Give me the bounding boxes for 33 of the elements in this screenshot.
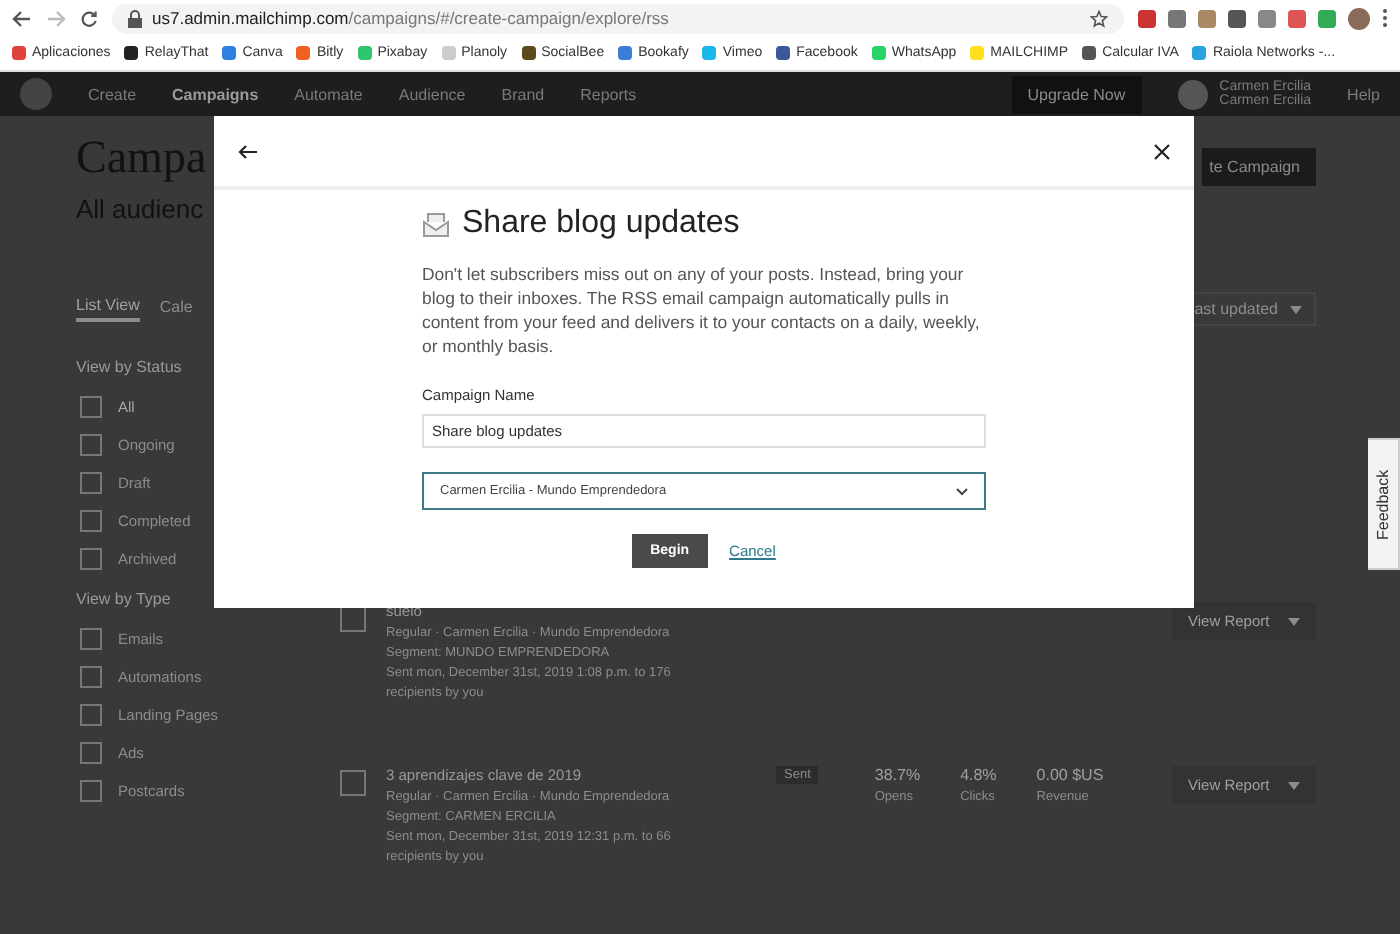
help-link[interactable]: Help <box>1347 85 1380 103</box>
nav-tab[interactable]: Campaigns <box>172 85 259 103</box>
section-heading: View by Type <box>76 590 173 608</box>
avatar-icon <box>1177 79 1208 109</box>
profile-avatar[interactable] <box>1348 7 1370 29</box>
nav-tab[interactable]: Create <box>88 85 137 103</box>
feedback-tab[interactable]: Feedback <box>1368 438 1400 570</box>
nav-tab[interactable]: Brand <box>501 85 545 103</box>
dialog-description: Don't let subscribers miss out on any of your posts. Instead, bring your blog to their inboxes. The RSS email campaign automatically pulls in content from your feed and delivers it to your contacts on a daily, weekly, or monthly basis. <box>422 262 982 358</box>
nav-tab[interactable]: Audience <box>398 85 466 103</box>
address-bar[interactable]: us7.admin.mailchimp.com/campaigns/#/create-campaign/explore/rss <box>112 3 1124 33</box>
nav-tab[interactable]: Reports <box>580 85 637 103</box>
stat-value: 4.8% <box>960 766 997 784</box>
lock-icon <box>128 9 142 27</box>
close-icon[interactable] <box>1154 143 1170 159</box>
create-campaign-button[interactable]: te Campaign <box>1201 148 1316 186</box>
section-heading: View by Status <box>76 358 184 376</box>
upgrade-button[interactable]: Upgrade Now <box>1011 75 1142 113</box>
menu-icon[interactable] <box>1382 8 1388 28</box>
stat-value: 0.00 $US <box>1036 766 1104 784</box>
stat-value: 38.7% <box>874 766 921 784</box>
caret-icon <box>1288 781 1300 789</box>
bookmark-star-icon[interactable] <box>1090 9 1108 27</box>
reload-icon[interactable] <box>80 9 98 27</box>
caret-icon <box>1288 617 1300 625</box>
nav-tab[interactable]: Automate <box>294 85 363 103</box>
back-icon[interactable] <box>12 9 32 27</box>
view-tab[interactable]: Cale <box>159 298 193 320</box>
chevron-down-icon <box>956 487 968 495</box>
caret-icon <box>1290 305 1302 313</box>
back-arrow-icon[interactable] <box>238 143 258 159</box>
dialog-title: Share blog updates <box>462 206 740 242</box>
view-tab[interactable]: List View <box>76 296 140 322</box>
